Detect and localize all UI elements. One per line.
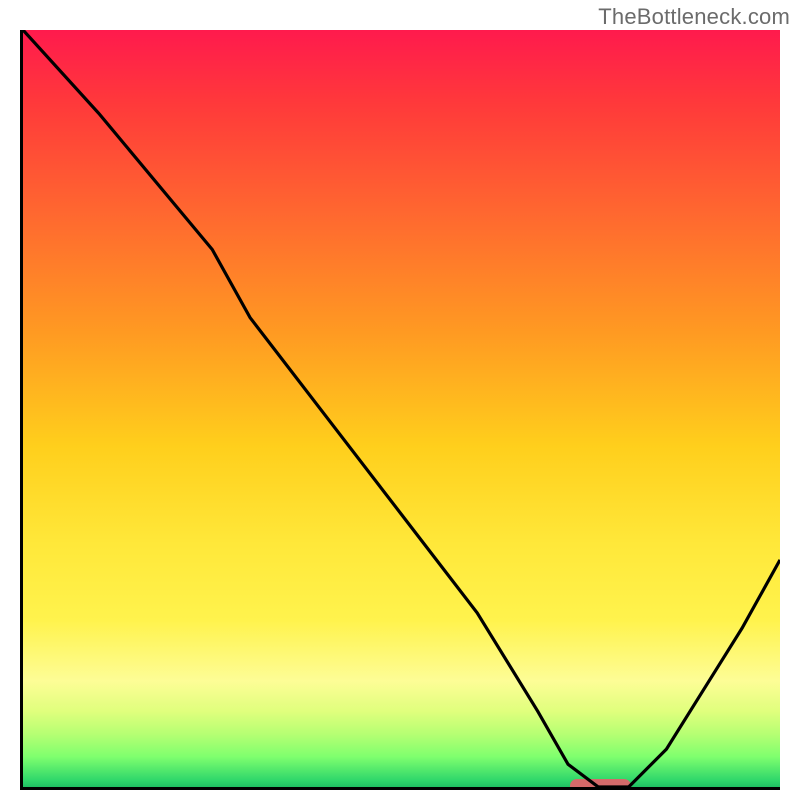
watermark-text: TheBottleneck.com [598, 4, 790, 30]
curve-path [23, 30, 780, 787]
chart-container: TheBottleneck.com [0, 0, 800, 800]
bottleneck-curve [23, 30, 780, 787]
plot-area [20, 30, 780, 790]
